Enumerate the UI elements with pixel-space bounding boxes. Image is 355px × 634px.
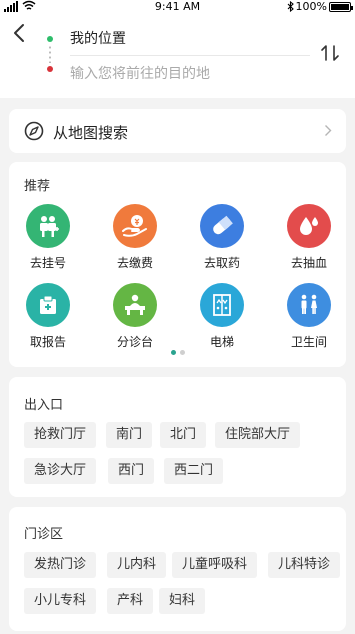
- recommend-title: 推荐: [24, 179, 51, 194]
- clinic-chip[interactable]: 产科: [107, 588, 154, 614]
- pager-dot[interactable]: [179, 350, 185, 355]
- status-bar: 9:41 AM 100%: [0, 0, 355, 14]
- restroom-icon: [287, 283, 331, 327]
- battery-percent: 100%: [295, 0, 327, 13]
- clinic-chip[interactable]: 儿科特诊: [268, 552, 341, 578]
- report-icon: [26, 283, 70, 327]
- recommend-label: 去取药: [203, 256, 240, 270]
- clinic-chip[interactable]: 儿内科: [107, 552, 167, 578]
- recommend-item-pharmacy[interactable]: 去取药: [187, 204, 257, 271]
- entrance-chip[interactable]: 北门: [160, 422, 207, 448]
- payment-icon: [113, 204, 157, 248]
- pager-dot-active[interactable]: [170, 350, 176, 355]
- entrance-chip[interactable]: 急诊大厅: [24, 458, 97, 484]
- battery-icon: [329, 1, 353, 12]
- recommend-card: 推荐 去挂号 去缴费 去取药 去抽血 取报告 分诊台 电梯 卫生间: [9, 162, 346, 367]
- entrance-chip[interactable]: 西门: [108, 458, 155, 484]
- recommend-label: 电梯: [209, 335, 234, 349]
- clinic-chip[interactable]: 小儿专科: [24, 588, 97, 614]
- back-arrow-icon[interactable]: [10, 22, 30, 44]
- route-header: 我的位置 输入您将前往的目的地: [0, 14, 355, 98]
- clinic-chip[interactable]: 妇科: [159, 588, 206, 614]
- recommend-item-report[interactable]: 取报告: [13, 283, 83, 350]
- recommend-item-triage[interactable]: 分诊台: [100, 283, 170, 350]
- elevator-icon: [200, 283, 244, 327]
- swap-icon[interactable]: [318, 42, 342, 64]
- clinic-card: 门诊区 发热门诊 儿内科 儿童呼吸科 儿科特诊 小儿专科 产科 妇科: [9, 507, 346, 631]
- entrance-title: 出入口: [24, 398, 64, 413]
- recommend-item-blood[interactable]: 去抽血: [274, 204, 344, 271]
- recommend-label: 去抽血: [290, 256, 327, 270]
- origin-field[interactable]: 我的位置: [70, 28, 126, 48]
- recommend-item-registration[interactable]: 去挂号: [13, 204, 83, 271]
- registration-icon: [26, 204, 70, 248]
- bluetooth-icon: [287, 1, 294, 12]
- recommend-label: 取报告: [29, 335, 66, 349]
- origin-dot: [47, 36, 53, 42]
- recommend-label: 分诊台: [116, 335, 153, 349]
- chevron-right-icon: [325, 125, 332, 136]
- clinic-chip[interactable]: 发热门诊: [24, 552, 97, 578]
- destination-input[interactable]: 输入您将前往的目的地: [70, 63, 210, 83]
- entrance-chip[interactable]: 南门: [106, 422, 153, 448]
- recommend-item-payment[interactable]: 去缴费: [100, 204, 170, 271]
- field-divider: [70, 55, 310, 56]
- triage-desk-icon: [113, 283, 157, 327]
- pill-icon: [200, 204, 244, 248]
- pager-dots: [9, 350, 346, 355]
- map-search-row[interactable]: 从地图搜索: [9, 109, 346, 153]
- entrance-chip[interactable]: 抢救门厅: [24, 422, 97, 448]
- destination-dot: [47, 66, 53, 72]
- entrance-chip[interactable]: 西二门: [164, 458, 224, 484]
- clinic-title: 门诊区: [24, 527, 64, 542]
- entrance-card: 出入口 抢救门厅 南门 北门 住院部大厅 急诊大厅 西门 西二门: [9, 377, 346, 497]
- map-search-label: 从地图搜索: [53, 124, 129, 142]
- route-dots: [49, 45, 51, 63]
- recommend-item-restroom[interactable]: 卫生间: [274, 283, 344, 350]
- clinic-chip[interactable]: 儿童呼吸科: [172, 552, 258, 578]
- entrance-chip[interactable]: 住院部大厅: [215, 422, 301, 448]
- compass-icon: [24, 121, 44, 141]
- recommend-label: 卫生间: [290, 335, 327, 349]
- recommend-label: 去挂号: [29, 256, 66, 270]
- recommend-item-elevator[interactable]: 电梯: [187, 283, 257, 350]
- blood-drop-icon: [287, 204, 331, 248]
- recommend-label: 去缴费: [116, 256, 153, 270]
